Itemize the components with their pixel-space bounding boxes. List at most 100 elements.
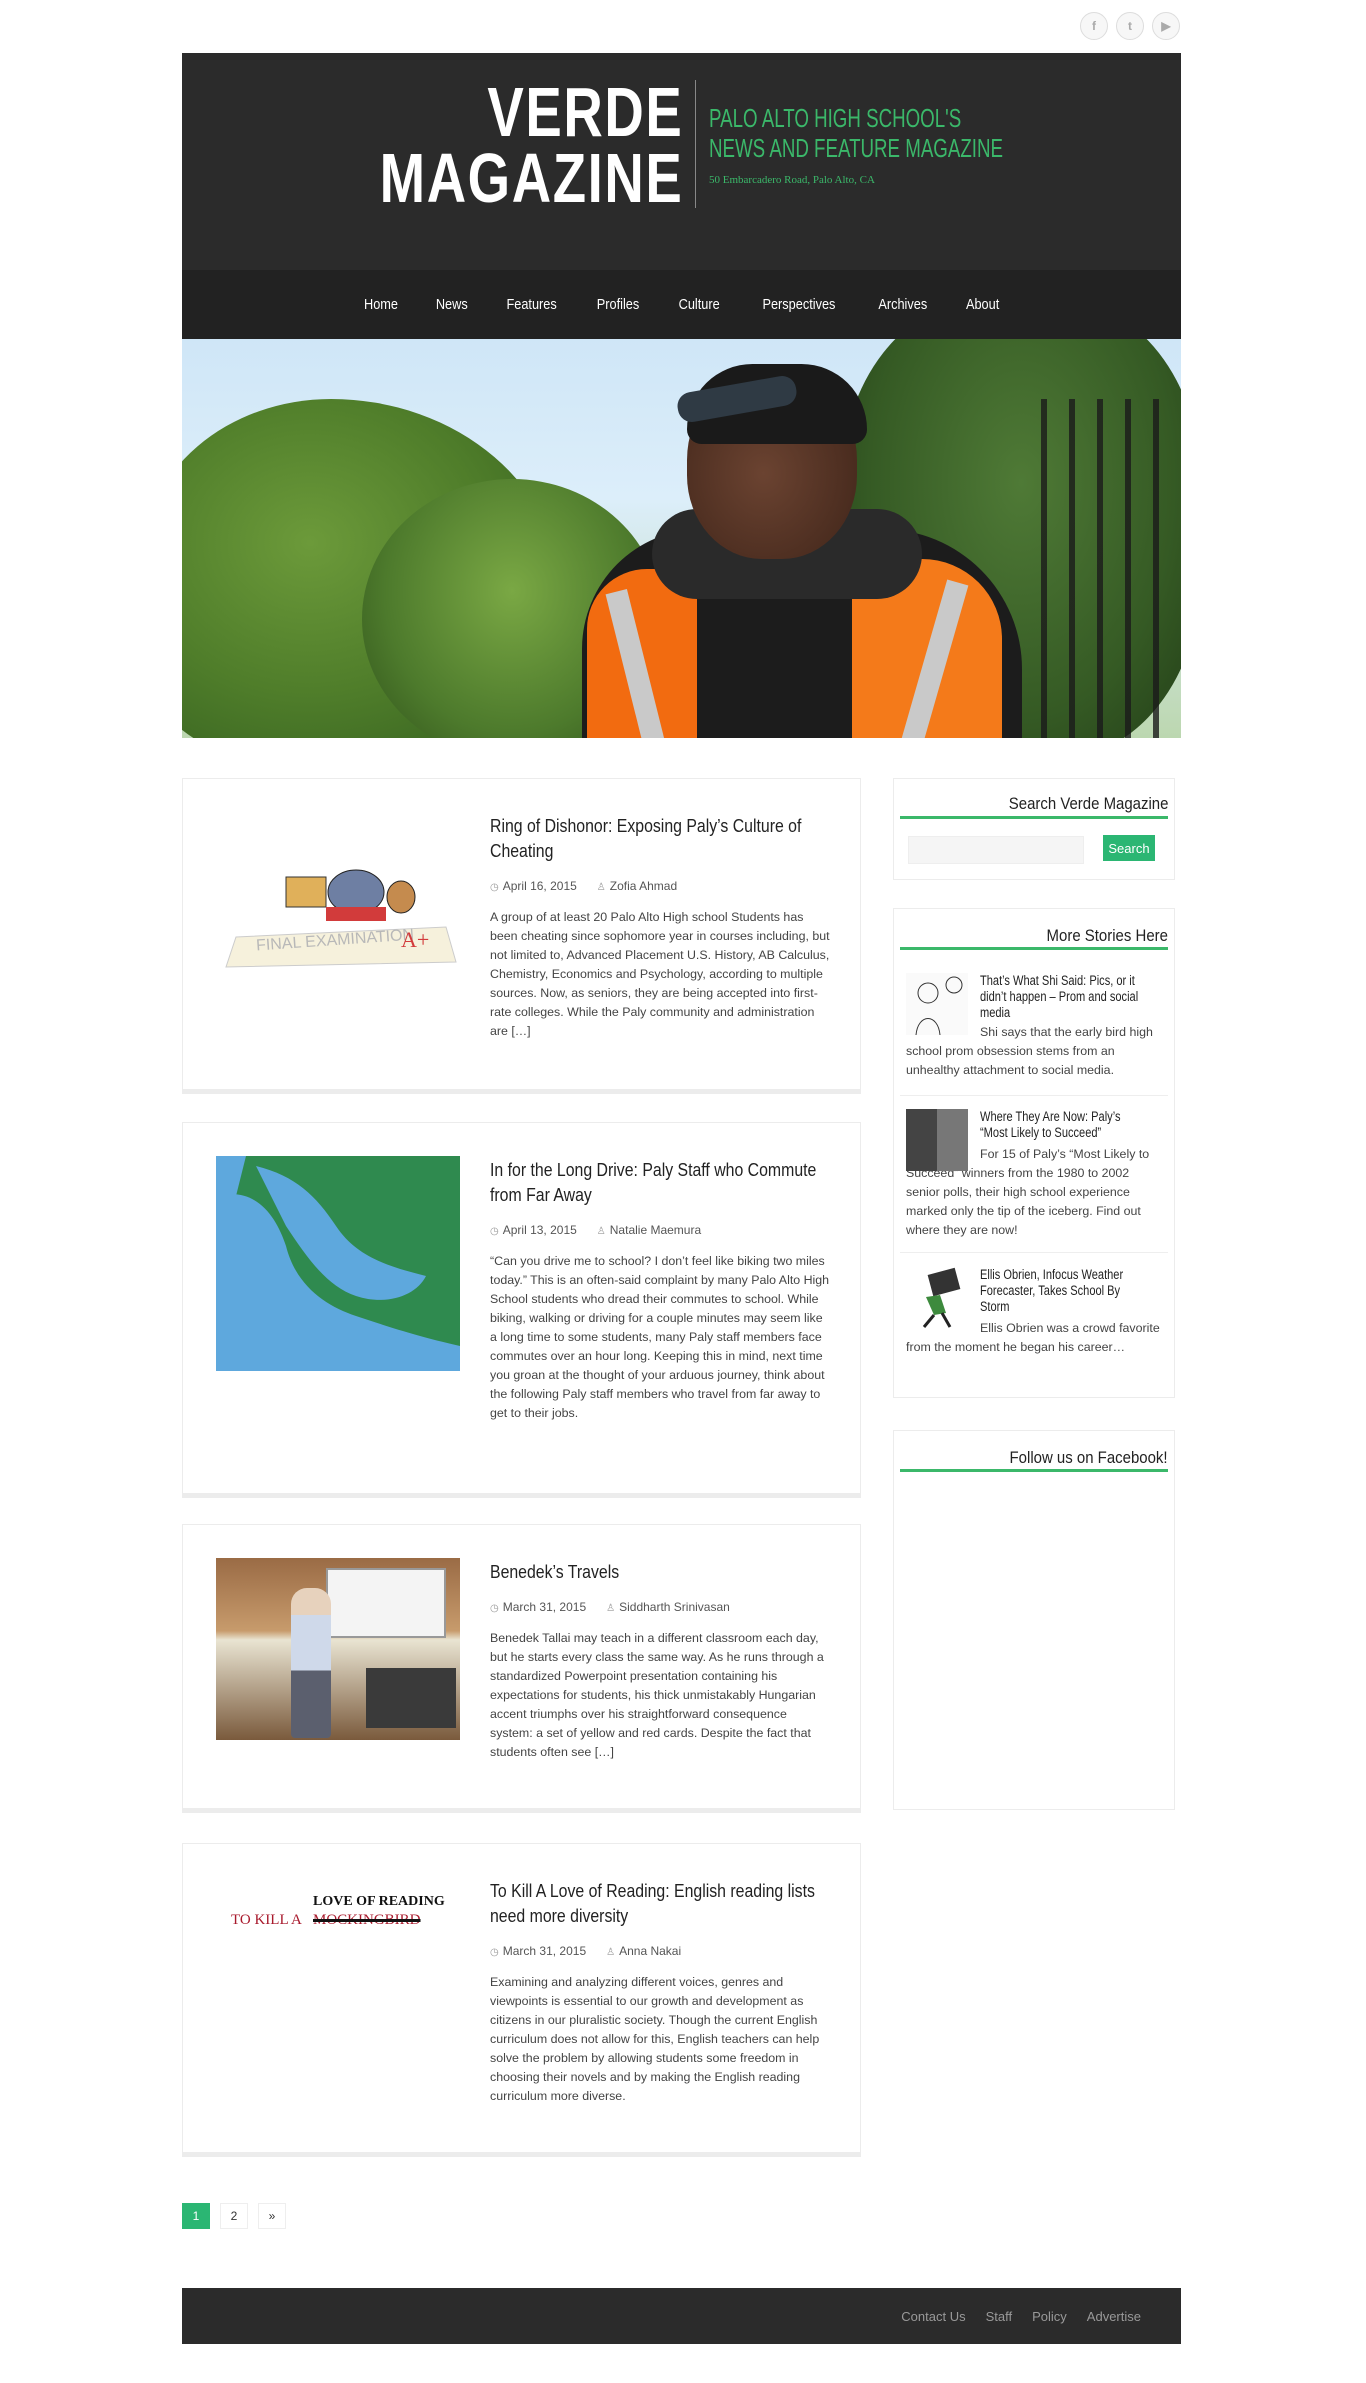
sketch-girl-icon [915,976,963,1036]
post-meta: ◷ April 16, 2015 ♙ Zofia Ahmad [490,879,677,893]
desk [366,1668,456,1728]
site-header: VERDE MAGAZINE PALO ALTO HIGH SCHOOL'S N… [182,53,1181,270]
main-nav: Home News Features Profiles Culture Pers… [182,270,1181,339]
post-meta: ◷ March 31, 2015 ♙ Siddharth Srinivasan [490,1600,730,1614]
pagination: 1 2 » [182,2203,286,2229]
widget-title: Search Verde Magazine [1008,794,1168,813]
post-meta: ◷ April 13, 2015 ♙ Natalie Maemura [490,1223,701,1237]
footer-policy-link[interactable]: Policy [1032,2309,1067,2324]
post-date: April 13, 2015 [502,1223,577,1237]
twitter-icon[interactable]: t [1116,12,1144,40]
hero-fence [1041,399,1181,738]
nav-perspectives[interactable]: Perspectives [749,296,849,313]
tagline-line-1: PALO ALTO HIGH SCHOOL'S [709,103,962,133]
post-card: FINAL EXAMINATION A+ Ring of Dishonor: E… [182,778,861,1090]
footer-contact-link[interactable]: Contact Us [901,2309,965,2324]
thumb-text-top: LOVE OF READING [313,1894,445,1909]
search-input[interactable] [908,836,1084,864]
user-icon: ♙ [606,1947,616,1958]
footer-staff-link[interactable]: Staff [986,2309,1013,2324]
youtube-icon[interactable]: ▶ [1152,12,1180,40]
post-excerpt: A group of at least 20 Palo Alto High sc… [490,910,830,1038]
user-icon: ♙ [606,1603,616,1614]
search-button[interactable]: Search [1103,835,1155,861]
weather-man-icon [922,1267,961,1328]
post-card: In for the Long Drive: Paly Staff who Co… [182,1122,861,1494]
page-1-button[interactable]: 1 [182,2203,210,2229]
post-author[interactable]: Zofia Ahmad [610,879,677,893]
post-date: April 16, 2015 [502,879,577,893]
logo-line-1: VERDE [487,73,683,151]
post-title[interactable]: In for the Long Drive: Paly Staff who Co… [490,1158,829,1208]
story-item[interactable]: Ellis Obrien, Infocus Weather Forecaster… [906,1267,1162,1357]
address: 50 Embarcadero Road, Palo Alto, CA [709,174,875,186]
post-title[interactable]: Benedek’s Travels [490,1560,829,1585]
story-separator [900,1252,1168,1253]
post-thumbnail[interactable]: LOVE OF READING TO KILL A MOCKINGBIRD [216,1894,460,1964]
story-title[interactable]: Where They Are Now: Paly’s “Most Likely … [980,1109,1144,1141]
nav-about[interactable]: About [952,296,1013,313]
widget-title: Follow us on Facebook! [1009,1448,1168,1467]
facebook-widget: Follow us on Facebook! [893,1430,1175,1810]
bay-area-map-icon [216,1156,460,1371]
exam-grade: A+ [401,927,430,952]
post-card: LOVE OF READING TO KILL A MOCKINGBIRD To… [182,1843,861,2153]
hero-image[interactable] [182,339,1181,738]
clock-icon: ◷ [490,882,499,893]
widget-title: More Stories Here [1046,926,1168,945]
exam-cartoon-icon [225,869,457,968]
post-thumbnail[interactable]: FINAL EXAMINATION A+ [216,837,460,977]
post-date: March 31, 2015 [502,1600,587,1614]
next-page-button[interactable]: » [258,2203,286,2229]
post-title[interactable]: To Kill A Love of Reading: English readi… [490,1879,829,1929]
clock-icon: ◷ [490,1603,499,1614]
widget-title-underline [900,816,1168,819]
story-separator [900,1095,1168,1096]
story-thumbnail[interactable] [906,1109,968,1171]
logo-line-2: MAGAZINE [379,139,683,217]
nav-culture[interactable]: Culture [665,296,733,313]
post-excerpt: “Can you drive me to school? I don’t fee… [490,1254,830,1420]
post-author[interactable]: Siddharth Srinivasan [619,1600,730,1614]
search-widget: Search Verde Magazine Search [893,778,1175,880]
nav-profiles[interactable]: Profiles [584,296,654,313]
widget-title-underline [900,1469,1168,1472]
clock-icon: ◷ [490,1226,499,1237]
post-date: March 31, 2015 [502,1944,587,1958]
user-icon: ♙ [596,1226,606,1237]
post-excerpt: Examining and analyzing different voices… [490,1975,820,2103]
tagline: PALO ALTO HIGH SCHOOL'S NEWS AND FEATURE… [709,103,1003,163]
clock-icon: ◷ [490,1947,499,1958]
nav-news[interactable]: News [422,296,481,313]
tagline-line-2: NEWS AND FEATURE MAGAZINE [709,133,1004,163]
thumb-text-struck: MOCKINGBIRD [313,1912,421,1928]
nav-archives[interactable]: Archives [864,296,940,313]
story-item[interactable]: That’s What Shi Said: Pics, or it didn’t… [906,973,1162,1080]
post-thumbnail[interactable] [216,1156,460,1371]
footer-advertise-link[interactable]: Advertise [1087,2309,1141,2324]
nav-features[interactable]: Features [493,296,571,313]
story-title[interactable]: That’s What Shi Said: Pics, or it didn’t… [980,973,1144,1021]
user-icon: ♙ [596,882,606,893]
story-thumbnail[interactable] [906,1267,968,1329]
post-title[interactable]: Ring of Dishonor: Exposing Paly’s Cultur… [490,814,829,864]
page-2-button[interactable]: 2 [220,2203,248,2229]
widget-title-underline [900,947,1168,950]
logo-divider [695,80,696,208]
social-links: f t ▶ [1080,12,1180,40]
story-title[interactable]: Ellis Obrien, Infocus Weather Forecaster… [980,1267,1144,1315]
post-thumbnail[interactable] [216,1558,460,1740]
post-author[interactable]: Anna Nakai [619,1944,681,1958]
teacher-figure [291,1588,331,1738]
more-stories-widget: More Stories Here That’s What Shi Said: … [893,908,1175,1398]
post-meta: ◷ March 31, 2015 ♙ Anna Nakai [490,1944,681,1958]
post-card: Benedek’s Travels ◷ March 31, 2015 ♙ Siddh… [182,1524,861,1809]
story-thumbnail[interactable] [906,973,968,1036]
post-author[interactable]: Natalie Maemura [610,1223,701,1237]
site-logo[interactable]: VERDE MAGAZINE [379,73,683,217]
nav-home[interactable]: Home [350,296,411,313]
story-item[interactable]: Where They Are Now: Paly’s “Most Likely … [906,1109,1162,1240]
facebook-icon[interactable]: f [1080,12,1108,40]
site-footer: Contact Us Staff Policy Advertise [182,2288,1181,2344]
thumb-text-left: TO KILL A [231,1912,302,1928]
